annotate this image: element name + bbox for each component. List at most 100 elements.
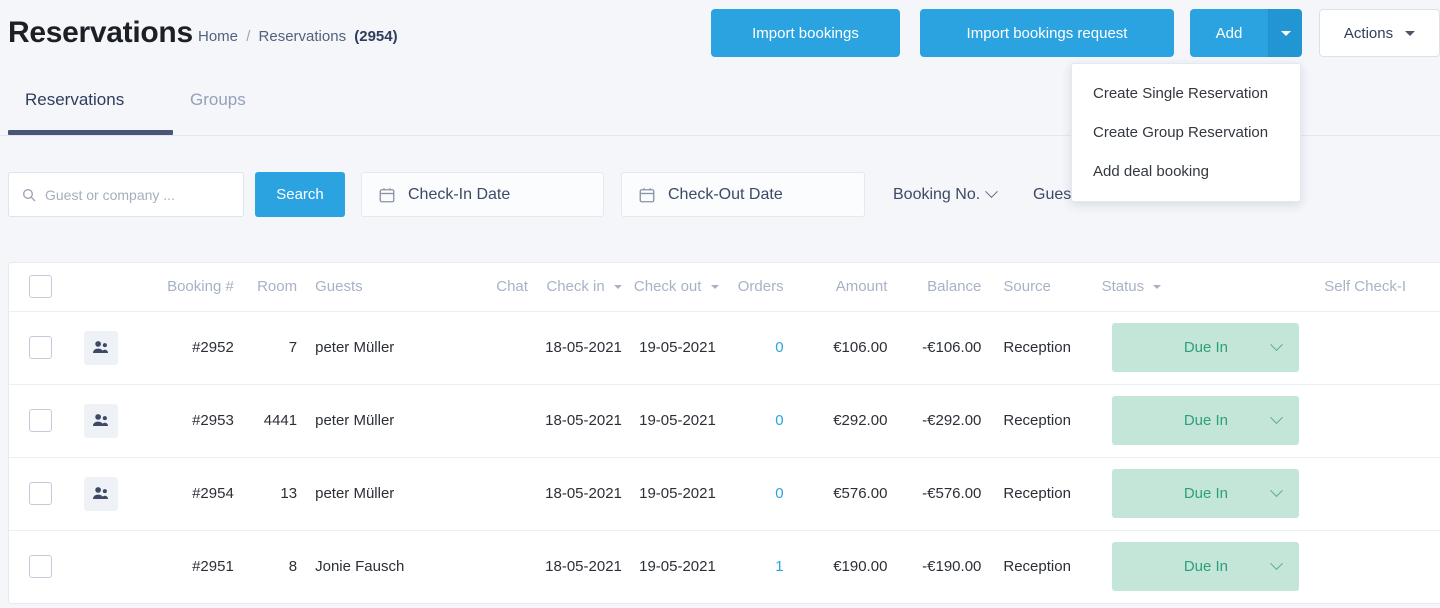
check-in-date-field[interactable]: Check-In Date <box>361 172 604 217</box>
header-self-check-in: Self Check-I <box>1318 263 1440 312</box>
header-select-all <box>9 263 73 312</box>
search-button[interactable]: Search <box>255 172 345 217</box>
cell-booking: #2952 <box>129 311 240 385</box>
check-out-date-label: Check-Out Date <box>668 185 783 203</box>
cell-balance: -€106.00 <box>893 311 988 385</box>
orders-link[interactable]: 1 <box>775 558 783 575</box>
cell-source: Reception <box>987 311 1094 385</box>
page-header: Reservations Home / Reservations (2954) … <box>0 0 1440 68</box>
row-checkbox[interactable] <box>29 409 53 432</box>
add-button-group: Add <box>1190 9 1302 57</box>
add-dropdown-menu: Create Single Reservation Create Group R… <box>1071 63 1301 202</box>
cell-orders: 0 <box>721 457 806 531</box>
cell-booking: #2954 <box>129 457 240 531</box>
table-header-row: Booking # Room Guests Chat Check in Chec… <box>9 263 1440 312</box>
booking-no-filter[interactable]: Booking No. <box>893 172 999 217</box>
cell-guests: peter Müller <box>303 457 459 531</box>
table-row[interactable]: #2953 4441 peter Müller 18-05-2021 19-05-202… <box>9 384 1440 458</box>
table-row[interactable]: #2951 8 Jonie Fausch 18-05-2021 19-05-2021 1 €… <box>9 530 1440 603</box>
row-checkbox[interactable] <box>29 482 53 505</box>
row-select-cell <box>9 311 73 385</box>
add-button[interactable]: Add <box>1190 9 1268 57</box>
breadcrumb-home[interactable]: Home <box>198 28 238 45</box>
guests-icon-button[interactable] <box>83 403 118 438</box>
cell-orders: 1 <box>722 530 806 603</box>
import-bookings-button[interactable]: Import bookings <box>711 9 900 57</box>
actions-button[interactable]: Actions <box>1319 9 1440 57</box>
breadcrumb: Home / Reservations (2954) <box>198 28 398 45</box>
header-amount: Amount <box>805 263 894 312</box>
check-out-date-field[interactable]: Check-Out Date <box>621 172 865 217</box>
cell-amount: €106.00 <box>805 311 894 385</box>
guests-icon-button[interactable] <box>83 330 118 365</box>
row-guest-icon-cell <box>72 311 130 385</box>
breadcrumb-current[interactable]: Reservations <box>259 28 347 45</box>
menu-item-create-group-reservation[interactable]: Create Group Reservation <box>1072 113 1300 152</box>
header-check-in[interactable]: Check in <box>533 263 628 312</box>
orders-link[interactable]: 0 <box>775 485 783 502</box>
search-box <box>8 172 244 217</box>
import-bookings-request-button[interactable]: Import bookings request <box>920 9 1174 57</box>
cell-self-check-in <box>1318 384 1440 458</box>
row-select-cell <box>9 530 72 603</box>
table-body: #2952 7 peter Müller 18-05-2021 19-05-2021 0 €… <box>9 311 1440 603</box>
cell-check-out: 19-05-2021 <box>627 457 722 531</box>
header-check-in-label: Check in <box>546 278 605 296</box>
table-row[interactable]: #2954 13 peter Müller 18-05-2021 19-05-2021 0… <box>9 457 1440 531</box>
cell-chat <box>458 384 534 458</box>
guests-filter[interactable]: Gues <box>1033 172 1071 217</box>
chevron-down-icon <box>1270 484 1284 498</box>
cell-booking: #2953 <box>129 384 240 458</box>
cell-source: Reception <box>987 457 1094 531</box>
row-guest-icon-cell <box>72 457 130 531</box>
cell-guests: peter Müller <box>303 311 459 385</box>
cell-room: 4441 <box>239 384 304 458</box>
cell-check-out: 19-05-2021 <box>627 384 722 458</box>
add-dropdown-toggle[interactable] <box>1268 9 1302 57</box>
status-badge[interactable]: Due In <box>1112 542 1300 592</box>
booking-no-label: Booking No. <box>893 185 981 203</box>
status-badge-label: Due In <box>1183 558 1229 576</box>
search-input[interactable] <box>45 186 231 203</box>
sort-caret-icon <box>710 285 719 290</box>
header-guest-icon <box>72 263 130 312</box>
header-booking: Booking # <box>129 263 240 312</box>
status-badge[interactable]: Due In <box>1112 396 1300 445</box>
tab-groups[interactable]: Groups <box>190 90 246 128</box>
status-badge[interactable]: Due In <box>1112 469 1300 518</box>
menu-item-add-deal-booking[interactable]: Add deal booking <box>1072 152 1300 191</box>
guests-icon <box>93 341 109 354</box>
cell-room: 13 <box>239 457 304 531</box>
orders-link[interactable]: 0 <box>775 412 783 429</box>
breadcrumb-count: (2954) <box>354 28 398 45</box>
row-checkbox[interactable] <box>29 555 53 579</box>
header-check-out[interactable]: Check out <box>627 263 722 312</box>
cell-orders: 0 <box>721 311 806 385</box>
status-badge-label: Due In <box>1183 485 1229 502</box>
cell-status: Due In <box>1093 457 1319 531</box>
menu-item-create-single-reservation[interactable]: Create Single Reservation <box>1072 74 1300 113</box>
header-balance: Balance <box>893 263 988 312</box>
sort-caret-icon <box>1153 285 1162 290</box>
cell-room: 7 <box>239 311 304 385</box>
chevron-down-icon <box>1405 30 1416 36</box>
header-status[interactable]: Status <box>1093 263 1319 312</box>
cell-self-check-in <box>1318 311 1440 385</box>
sort-caret-icon <box>613 285 622 290</box>
row-checkbox[interactable] <box>29 336 53 359</box>
cell-self-check-in <box>1318 457 1440 531</box>
cell-balance: -€190.00 <box>922 558 982 576</box>
orders-link[interactable]: 0 <box>775 339 783 356</box>
cell-check-in: 18-05-2021 <box>533 457 628 531</box>
table-header: Booking # Room Guests Chat Check in Chec… <box>9 263 1440 312</box>
tab-reservations[interactable]: Reservations <box>25 90 124 128</box>
chevron-down-icon <box>1270 338 1284 352</box>
cell-check-in: 18-05-2021 <box>545 558 622 576</box>
row-guest-icon-cell <box>72 384 130 458</box>
status-badge[interactable]: Due In <box>1112 323 1300 372</box>
table-row[interactable]: #2952 7 peter Müller 18-05-2021 19-05-2021 0 €… <box>9 311 1440 385</box>
cell-orders: 0 <box>721 384 806 458</box>
guests-icon-button[interactable] <box>83 476 118 511</box>
select-all-checkbox[interactable] <box>29 275 53 299</box>
header-source: Source <box>987 263 1094 312</box>
